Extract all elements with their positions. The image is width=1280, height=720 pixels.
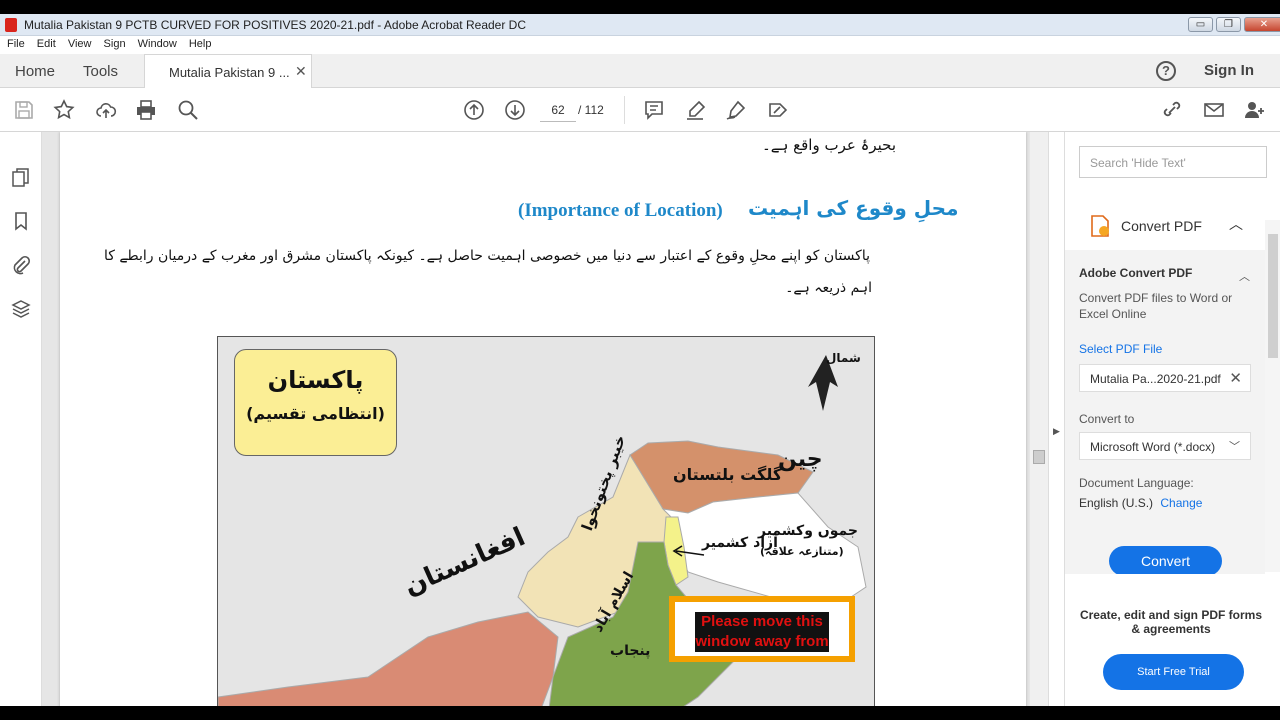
tab-home[interactable]: Home [15, 63, 55, 80]
legend-subtitle: (انتظامی تقسیم) [246, 404, 385, 423]
label-azad-kashmir: آزاد کشمیر [702, 535, 778, 551]
menu-window[interactable]: Window [138, 36, 177, 53]
convert-pdf-header[interactable]: Convert PDF ︿ [1065, 200, 1265, 250]
convert-to-label: Convert to [1079, 412, 1135, 426]
adobe-convert-section: Adobe Convert PDF ︿ Convert PDF files to… [1065, 250, 1265, 576]
change-language-link[interactable]: Change [1160, 496, 1202, 510]
next-page-icon[interactable] [503, 98, 527, 122]
add-user-icon[interactable] [1242, 98, 1266, 122]
page-number-input[interactable]: 62 [540, 98, 576, 122]
search-tools-input[interactable]: Search 'Hide Text' [1079, 146, 1267, 178]
selected-file-name: Mutalia Pa...2020-21.pdf [1090, 372, 1221, 386]
selected-file-field[interactable]: Mutalia Pa...2020-21.pdf ✕ [1079, 364, 1251, 392]
highlight-pen-icon[interactable] [684, 98, 708, 122]
remove-file-icon[interactable]: ✕ [1229, 369, 1242, 387]
minimize-button[interactable]: ▭ [1188, 17, 1213, 32]
right-panel-toggle-strip: ▶ [1048, 132, 1064, 706]
document-language-label: Document Language: [1079, 476, 1194, 490]
zoom-search-icon[interactable] [176, 98, 200, 122]
legend-title: پاکستان [267, 366, 364, 394]
tab-document-label: Mutalia Pakistan 9 ... [169, 65, 290, 80]
scrollbar-thumb[interactable] [1033, 450, 1045, 464]
heading-english: (Importance of Location) [518, 200, 723, 221]
acrobat-icon [5, 18, 17, 32]
label-china: چین [778, 447, 823, 472]
document-viewport[interactable]: بحیرۂ عرب واقع ہے۔ (Importance of Locati… [42, 132, 1048, 706]
expand-right-icon[interactable]: ▶ [1053, 426, 1060, 437]
document-language-value: English (U.S.) [1079, 496, 1154, 510]
start-free-trial-button[interactable]: Start Free Trial [1103, 654, 1244, 690]
convert-format-value: Microsoft Word (*.docx) [1090, 440, 1216, 454]
left-navigation-rail: ◀ [0, 132, 53, 706]
sign-pen-icon[interactable] [724, 98, 748, 122]
panel-scrollbar-thumb[interactable] [1268, 234, 1278, 358]
convert-format-select[interactable]: Microsoft Word (*.docx) ﹀ [1079, 432, 1251, 460]
section-chevron-icon[interactable]: ︿ [1239, 268, 1250, 284]
print-icon[interactable] [134, 98, 158, 122]
menu-bar: File Edit View Sign Window Help [0, 36, 1280, 54]
select-pdf-file-link[interactable]: Select PDF File [1079, 342, 1162, 356]
save-icon[interactable] [12, 98, 36, 122]
convert-button[interactable]: Convert [1109, 546, 1222, 576]
tab-document[interactable]: Mutalia Pakistan 9 ... ✕ [144, 54, 312, 89]
arrow-pointer-icon [672, 545, 705, 557]
tab-row: Home Tools Mutalia Pakistan 9 ... ✕ ? Si… [0, 54, 1280, 89]
attachments-paperclip-icon[interactable] [10, 254, 32, 276]
heading-urdu: محلِ وقوع کی اہمیت [748, 196, 959, 220]
panel-scrollbar[interactable] [1265, 220, 1280, 572]
map-legend-box: پاکستان (انتظامی تقسیم) [234, 349, 397, 456]
paragraph-line-1: پاکستان کو اپنے محلِ وقوع کے اعتبار سے د… [103, 248, 870, 264]
toolbar-divider [624, 96, 625, 124]
collapse-chevron-icon[interactable]: ︿ [1229, 214, 1243, 234]
page-thumbnails-icon[interactable] [10, 166, 32, 188]
overlay-notice-text: Please move this window away from [695, 612, 829, 652]
layers-icon[interactable] [10, 298, 32, 320]
help-icon[interactable]: ? [1156, 61, 1176, 81]
region-balochistan [218, 611, 559, 706]
document-scrollbar[interactable] [1030, 132, 1048, 706]
section-description: Convert PDF files to Word or Excel Onlin… [1079, 291, 1233, 321]
label-north: شمال [826, 351, 861, 365]
fill-sign-icon[interactable] [766, 98, 790, 122]
acrobat-window: Mutalia Pakistan 9 PCTB CURVED FOR POSIT… [0, 14, 1280, 706]
convert-pdf-title: Convert PDF [1121, 218, 1202, 234]
tab-tools[interactable]: Tools [83, 63, 118, 80]
comment-icon[interactable] [642, 98, 666, 122]
pdf-page: بحیرۂ عرب واقع ہے۔ (Importance of Locati… [60, 132, 1026, 706]
maximize-button[interactable]: ❐ [1216, 17, 1241, 32]
sign-in-button[interactable]: Sign In [1204, 62, 1254, 79]
menu-file[interactable]: File [7, 36, 25, 53]
label-punjab: پنجاب [610, 643, 651, 659]
menu-help[interactable]: Help [189, 36, 212, 53]
section-title: Adobe Convert PDF [1079, 266, 1193, 280]
menu-edit[interactable]: Edit [37, 36, 56, 53]
email-icon[interactable] [1202, 98, 1226, 122]
title-bar: Mutalia Pakistan 9 PCTB CURVED FOR POSIT… [0, 14, 1280, 36]
promo-section: Create, edit and sign PDF forms & agreem… [1065, 574, 1280, 706]
page-total: / 112 [578, 103, 604, 117]
window-title: Mutalia Pakistan 9 PCTB CURVED FOR POSIT… [24, 18, 527, 32]
paragraph-line-2: اہم ذریعہ ہے۔ [785, 280, 872, 296]
document-language-row: English (U.S.) Change [1079, 496, 1202, 510]
menu-sign[interactable]: Sign [104, 36, 126, 53]
tools-right-panel: Search 'Hide Text' Convert PDF ︿ Adobe C… [1064, 132, 1280, 706]
previous-page-icon[interactable] [462, 98, 486, 122]
convert-pdf-icon [1091, 215, 1109, 237]
overlay-notice-window[interactable]: Please move this window away from [669, 596, 855, 662]
close-window-button[interactable]: ✕ [1244, 17, 1280, 32]
share-link-icon[interactable] [1160, 98, 1184, 122]
promo-text: Create, edit and sign PDF forms & agreem… [1079, 608, 1263, 636]
text-line-top: بحیرۂ عرب واقع ہے۔ [762, 136, 897, 154]
label-gilgit-baltistan: گلگت بلتستان [673, 465, 783, 484]
bookmark-star-icon[interactable] [52, 98, 76, 122]
bookmarks-icon[interactable] [10, 210, 32, 232]
menu-view[interactable]: View [68, 36, 92, 53]
close-tab-icon[interactable]: ✕ [295, 63, 307, 80]
pakistan-map: پاکستان (انتظامی تقسیم) شمال چین گلگت بل… [217, 336, 875, 706]
chevron-down-icon: ﹀ [1229, 441, 1240, 453]
upload-cloud-icon[interactable] [94, 98, 118, 122]
toolbar: 62 / 112 [0, 88, 1280, 132]
